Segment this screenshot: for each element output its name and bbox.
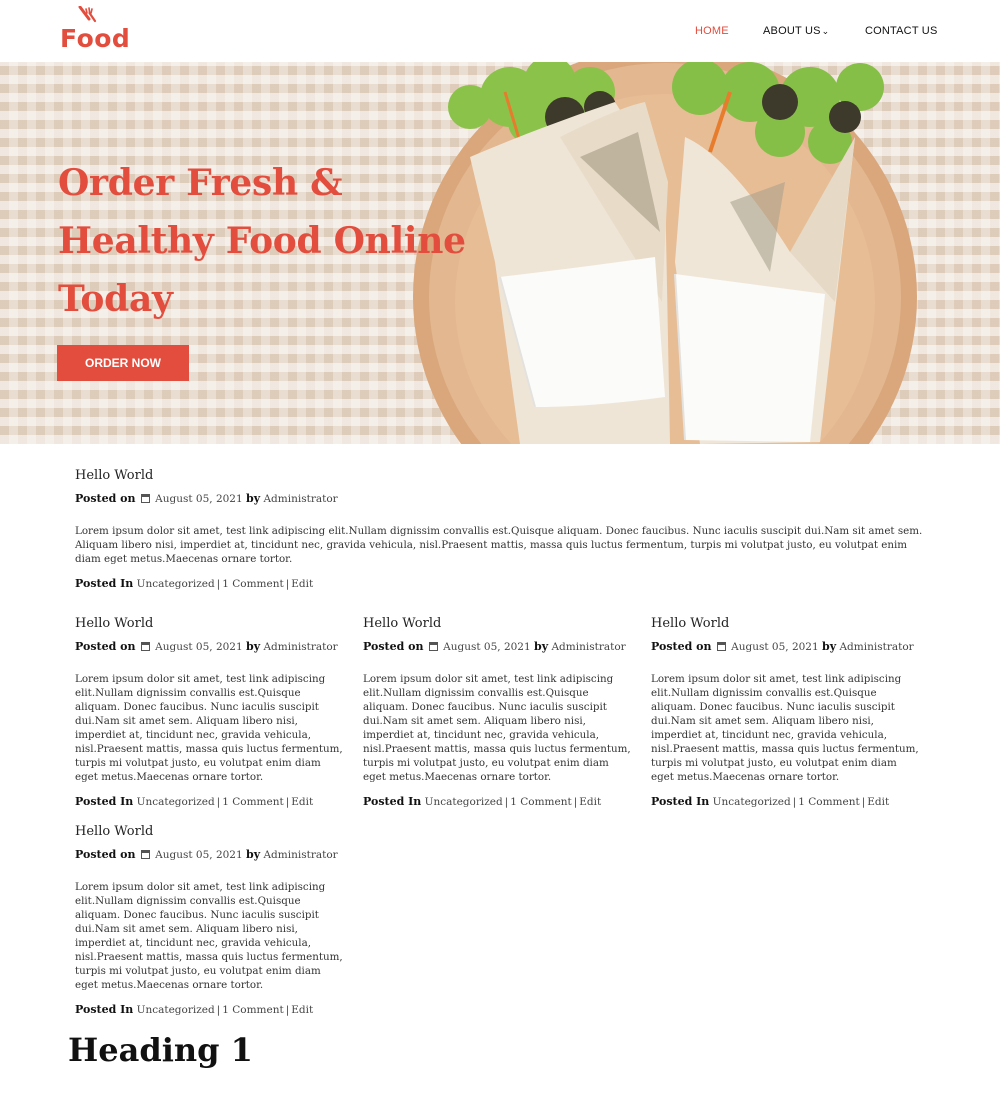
- comments-link[interactable]: 1 Comment: [798, 796, 859, 808]
- posted-on-label: Posted on: [75, 492, 136, 505]
- heading-1: Heading 1: [68, 1031, 253, 1069]
- posted-on-label: Posted on: [363, 640, 424, 653]
- post-title[interactable]: Hello World: [363, 617, 633, 631]
- category-link[interactable]: Uncategorized: [137, 578, 215, 590]
- edit-link[interactable]: Edit: [291, 578, 313, 590]
- category-link[interactable]: Uncategorized: [713, 796, 791, 808]
- divider: |: [504, 796, 509, 808]
- post-footer: Posted In Uncategorized | 1 Comment | Edit: [75, 577, 925, 591]
- site-header: Food HOME ABOUT US⌄ CONTACT US: [0, 0, 1000, 62]
- post-excerpt: Lorem ipsum dolor sit amet, test link ad…: [75, 525, 923, 565]
- post-meta: Posted on August 05, 2021 by Administrat…: [75, 848, 345, 862]
- nav-about[interactable]: ABOUT US⌄: [763, 25, 829, 37]
- post-card: Hello World Posted on August 05, 2021 by…: [75, 469, 925, 591]
- posted-in-label: Posted In: [363, 795, 422, 808]
- post-card: Hello World Posted on August 05, 2021 by…: [75, 825, 345, 1017]
- post-meta: Posted on August 05, 2021 by Administrat…: [75, 492, 925, 506]
- post-footer: Posted In Uncategorized | 1 Comment | Edit: [75, 795, 345, 809]
- order-now-button[interactable]: ORDER NOW: [57, 345, 189, 381]
- by-label: by: [822, 640, 837, 653]
- posted-in-label: Posted In: [75, 577, 134, 590]
- post-footer: Posted In Uncategorized | 1 Comment | Edit: [651, 795, 921, 809]
- post-title[interactable]: Hello World: [75, 617, 345, 631]
- post-meta: Posted on August 05, 2021 by Administrat…: [651, 640, 921, 654]
- site-logo[interactable]: Food: [60, 6, 130, 56]
- category-link[interactable]: Uncategorized: [137, 796, 215, 808]
- comments-link[interactable]: 1 Comment: [222, 578, 283, 590]
- posted-in-label: Posted In: [75, 795, 134, 808]
- post-excerpt: Lorem ipsum dolor sit amet, test link ad…: [651, 673, 919, 783]
- post-card: Hello World Posted on August 05, 2021 by…: [651, 617, 921, 809]
- by-label: by: [534, 640, 549, 653]
- post-author[interactable]: Administrator: [263, 849, 337, 861]
- calendar-icon: [140, 494, 150, 503]
- posted-on-label: Posted on: [75, 640, 136, 653]
- posted-on-label: Posted on: [651, 640, 712, 653]
- post-author[interactable]: Administrator: [263, 641, 337, 653]
- post-date[interactable]: August 05, 2021: [155, 849, 243, 861]
- post-card: Hello World Posted on August 05, 2021 by…: [363, 617, 633, 809]
- post-date[interactable]: August 05, 2021: [155, 493, 243, 505]
- calendar-icon: [428, 642, 438, 651]
- hero-title: Order Fresh & Healthy Food Online Today: [58, 162, 466, 320]
- post-excerpt: Lorem ipsum dolor sit amet, test link ad…: [75, 673, 343, 783]
- divider: |: [216, 796, 221, 808]
- post-excerpt: Lorem ipsum dolor sit amet, test link ad…: [75, 881, 343, 991]
- nav-contact[interactable]: CONTACT US: [865, 25, 938, 37]
- post-date[interactable]: August 05, 2021: [155, 641, 243, 653]
- edit-link[interactable]: Edit: [579, 796, 601, 808]
- hero-banner: Order Fresh & Healthy Food Online Today …: [0, 62, 1000, 444]
- divider: |: [792, 796, 797, 808]
- post-author[interactable]: Administrator: [551, 641, 625, 653]
- category-link[interactable]: Uncategorized: [425, 796, 503, 808]
- divider: |: [285, 1004, 290, 1016]
- posted-in-label: Posted In: [75, 1003, 134, 1016]
- post-meta: Posted on August 05, 2021 by Administrat…: [363, 640, 633, 654]
- wrap-plate-image: [413, 62, 917, 444]
- divider: |: [573, 796, 578, 808]
- logo-text: Food: [60, 24, 131, 53]
- comments-link[interactable]: 1 Comment: [222, 1004, 283, 1016]
- post-meta: Posted on August 05, 2021 by Administrat…: [75, 640, 345, 654]
- post-author[interactable]: Administrator: [839, 641, 913, 653]
- calendar-icon: [140, 642, 150, 651]
- comments-link[interactable]: 1 Comment: [510, 796, 571, 808]
- posted-in-label: Posted In: [651, 795, 710, 808]
- category-link[interactable]: Uncategorized: [137, 1004, 215, 1016]
- divider: |: [216, 578, 221, 590]
- divider: |: [861, 796, 866, 808]
- divider: |: [216, 1004, 221, 1016]
- post-title[interactable]: Hello World: [75, 469, 925, 483]
- by-label: by: [246, 492, 261, 505]
- post-author[interactable]: Administrator: [263, 493, 337, 505]
- calendar-icon: [140, 850, 150, 859]
- edit-link[interactable]: Edit: [291, 796, 313, 808]
- post-date[interactable]: August 05, 2021: [731, 641, 819, 653]
- divider: |: [285, 578, 290, 590]
- edit-link[interactable]: Edit: [867, 796, 889, 808]
- divider: |: [285, 796, 290, 808]
- post-title[interactable]: Hello World: [651, 617, 921, 631]
- calendar-icon: [716, 642, 726, 651]
- post-date[interactable]: August 05, 2021: [443, 641, 531, 653]
- comments-link[interactable]: 1 Comment: [222, 796, 283, 808]
- post-footer: Posted In Uncategorized | 1 Comment | Edit: [75, 1003, 345, 1017]
- chevron-down-icon: ⌄: [821, 26, 830, 36]
- nav-home[interactable]: HOME: [695, 25, 729, 37]
- post-excerpt: Lorem ipsum dolor sit amet, test link ad…: [363, 673, 631, 783]
- by-label: by: [246, 848, 261, 861]
- posted-on-label: Posted on: [75, 848, 136, 861]
- edit-link[interactable]: Edit: [291, 1004, 313, 1016]
- post-card: Hello World Posted on August 05, 2021 by…: [75, 617, 345, 809]
- nav-about-label: ABOUT US: [763, 25, 821, 37]
- post-footer: Posted In Uncategorized | 1 Comment | Edit: [363, 795, 633, 809]
- post-title[interactable]: Hello World: [75, 825, 345, 839]
- by-label: by: [246, 640, 261, 653]
